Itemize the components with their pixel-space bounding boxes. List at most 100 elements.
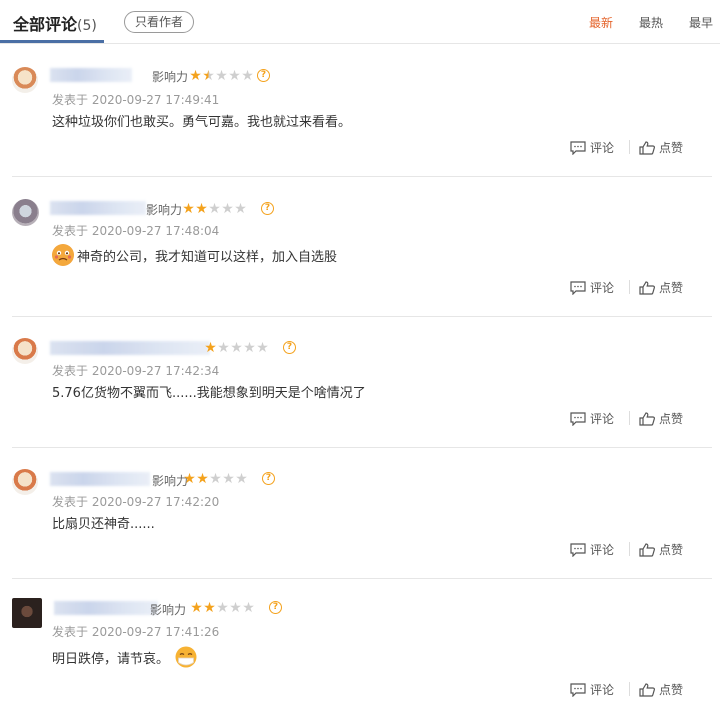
influence-label: 影响力 xyxy=(150,603,187,617)
username-blurred[interactable] xyxy=(50,341,210,355)
like-label: 点赞 xyxy=(659,281,684,295)
rating-stars: ★★★★★ xyxy=(183,472,248,486)
comments-tab[interactable]: 全部评论(5) xyxy=(13,11,97,35)
star-icon: ★ xyxy=(228,68,241,84)
action-divider xyxy=(629,682,630,696)
username-blurred[interactable] xyxy=(50,68,132,82)
star-icon: ★ xyxy=(256,340,269,356)
mask-face-icon xyxy=(175,646,197,668)
star-icon: ★ xyxy=(230,340,243,356)
rating-stars: ★★★★★ xyxy=(204,341,269,355)
reply-button[interactable]: 评论 xyxy=(570,279,614,296)
author-only-button[interactable]: 只看作者 xyxy=(124,11,195,33)
thumbs-up-icon xyxy=(639,542,655,557)
avatar[interactable] xyxy=(12,469,38,495)
thumbs-up-icon xyxy=(639,411,655,426)
action-divider xyxy=(629,411,630,425)
comment-text: 比扇贝还神奇...... xyxy=(52,517,155,532)
like-button[interactable]: 点赞 xyxy=(639,541,683,558)
star-icon: ★ xyxy=(216,600,229,616)
sort-newest[interactable]: 最新 xyxy=(589,14,613,31)
star-icon: ★ xyxy=(208,201,221,217)
reply-button[interactable]: 评论 xyxy=(570,541,614,558)
comments-count: (5) xyxy=(77,18,97,34)
action-divider xyxy=(629,140,630,154)
comment-icon xyxy=(570,542,586,557)
star-icon: ★ xyxy=(204,340,217,356)
like-label: 点赞 xyxy=(659,412,684,426)
star-icon: ★ xyxy=(203,600,216,616)
reply-button[interactable]: 评论 xyxy=(570,681,614,698)
reply-label: 评论 xyxy=(590,683,615,697)
star-icon: ★ xyxy=(202,68,215,84)
help-icon[interactable]: ? xyxy=(261,202,274,215)
username-blurred[interactable] xyxy=(50,201,146,215)
comment-icon xyxy=(570,280,586,295)
rating-stars: ★★★★★ xyxy=(190,601,255,615)
reply-label: 评论 xyxy=(590,543,615,557)
reply-button[interactable]: 评论 xyxy=(570,139,614,156)
sort-hot[interactable]: 最热 xyxy=(639,14,663,31)
action-divider xyxy=(629,280,630,294)
star-icon: ★ xyxy=(215,68,228,84)
comment-text: 这种垃圾你们也敢买。勇气可嘉。我也就过来看看。 xyxy=(52,115,352,130)
star-icon: ★ xyxy=(234,201,247,217)
help-icon[interactable]: ? xyxy=(262,472,275,485)
thumbs-up-icon xyxy=(639,140,655,155)
comment-body: 明日跌停，请节哀。 xyxy=(52,646,197,668)
post-time: 发表于 2020-09-27 17:42:20 xyxy=(52,495,220,509)
star-icon: ★ xyxy=(241,68,254,84)
star-icon: ★ xyxy=(196,471,209,487)
like-button[interactable]: 点赞 xyxy=(639,681,683,698)
star-icon: ★ xyxy=(195,201,208,217)
comments-header: 全部评论(5) 只看作者 最新 最热 最早 xyxy=(0,0,720,44)
reply-button[interactable]: 评论 xyxy=(570,410,614,427)
action-divider xyxy=(629,542,630,556)
star-icon: ★ xyxy=(229,600,242,616)
comment-icon xyxy=(570,682,586,697)
crying-face-icon xyxy=(52,244,74,266)
sort-oldest[interactable]: 最早 xyxy=(689,14,713,31)
star-icon: ★ xyxy=(209,471,222,487)
thumbs-up-icon xyxy=(639,280,655,295)
rating-stars: ★★★★★ xyxy=(182,202,247,216)
help-icon[interactable]: ? xyxy=(257,69,270,82)
post-time: 发表于 2020-09-27 17:49:41 xyxy=(52,93,220,107)
post-time: 发表于 2020-09-27 17:48:04 xyxy=(52,224,220,238)
like-button[interactable]: 点赞 xyxy=(639,279,683,296)
avatar[interactable] xyxy=(12,598,42,628)
thumbs-up-icon xyxy=(639,682,655,697)
reply-label: 评论 xyxy=(590,141,615,155)
avatar[interactable] xyxy=(12,67,38,93)
star-icon: ★ xyxy=(235,471,248,487)
star-icon: ★ xyxy=(182,201,195,217)
comment-item: ★★★★★ ? 发表于 2020-09-27 17:42:34 5.76亿货物不… xyxy=(12,317,712,448)
like-button[interactable]: 点赞 xyxy=(639,410,683,427)
comment-text: 明日跌停，请节哀。 xyxy=(52,651,170,667)
comments-title: 全部评论 xyxy=(13,15,78,34)
avatar[interactable] xyxy=(12,338,38,364)
star-icon: ★ xyxy=(189,68,202,84)
star-icon: ★ xyxy=(222,471,235,487)
help-icon[interactable]: ? xyxy=(283,341,296,354)
username-blurred[interactable] xyxy=(54,601,158,615)
reply-label: 评论 xyxy=(590,412,615,426)
comment-item: 影响力 ★★★★★ ? 发表于 2020-09-27 17:48:04 神奇的公… xyxy=(12,177,712,317)
comment-item: 影响力 ★★★★★ ? 发表于 2020-09-27 17:49:41 这种垃圾… xyxy=(12,44,712,177)
active-tab-underline xyxy=(0,40,104,43)
star-icon: ★ xyxy=(243,340,256,356)
username-blurred[interactable] xyxy=(50,472,150,486)
help-icon[interactable]: ? xyxy=(269,601,282,614)
like-label: 点赞 xyxy=(659,683,684,697)
post-time: 发表于 2020-09-27 17:41:26 xyxy=(52,625,220,639)
like-button[interactable]: 点赞 xyxy=(639,139,683,156)
comment-item: 影响力 ★★★★★ ? 发表于 2020-09-27 17:41:26 明日跌停… xyxy=(12,579,712,716)
reply-label: 评论 xyxy=(590,281,615,295)
avatar[interactable] xyxy=(12,199,39,226)
influence-label: 影响力 xyxy=(146,203,183,217)
comment-body: 神奇的公司，我才知道可以这样，加入自选股 xyxy=(52,244,337,266)
rating-stars: ★★★★★ xyxy=(189,69,254,83)
post-time: 发表于 2020-09-27 17:42:34 xyxy=(52,364,220,378)
comment-text: 5.76亿货物不翼而飞......我能想象到明天是个啥情况了 xyxy=(52,386,366,401)
star-icon: ★ xyxy=(183,471,196,487)
